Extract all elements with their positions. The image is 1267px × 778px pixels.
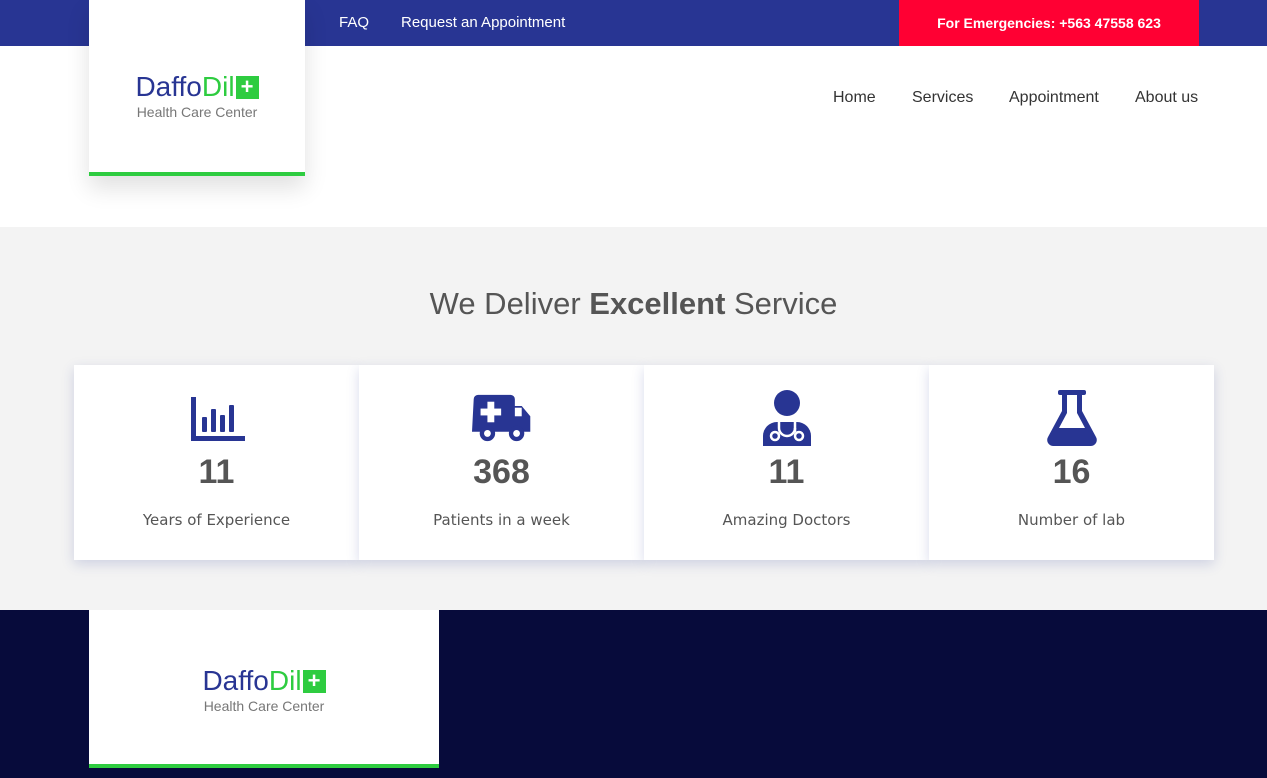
- stat-label: Years of Experience: [142, 511, 291, 529]
- plus-icon: +: [235, 75, 259, 99]
- brand-name-part2: Dil: [201, 71, 235, 102]
- brand-wordmark: Daffo Dil +: [202, 665, 326, 696]
- stat-card-experience: 11 Years of Experience: [74, 365, 359, 560]
- brand-tagline: Health Care Center: [136, 104, 258, 120]
- footer: Daffo Dil + Health Care Center: [0, 610, 1267, 778]
- section-title: We Deliver Excellent Service: [0, 286, 1267, 322]
- request-appointment-link[interactable]: Request an Appointment: [401, 14, 565, 31]
- title-post: Service: [725, 286, 838, 321]
- doctor-icon: [757, 389, 817, 447]
- stats-row: 11 Years of Experience 368 Patients in a…: [74, 365, 1214, 560]
- emergency-contact-banner[interactable]: For Emergencies: +563 47558 623: [899, 0, 1199, 46]
- brand-name-part2: Dil: [268, 665, 302, 696]
- brand-tagline: Health Care Center: [203, 698, 325, 714]
- nav-item-appointment[interactable]: Appointment: [1009, 89, 1099, 107]
- flask-icon: [1042, 389, 1102, 447]
- nav-item-home[interactable]: Home: [833, 89, 876, 107]
- stat-card-patients: 368 Patients in a week: [359, 365, 644, 560]
- faq-link[interactable]: FAQ: [339, 14, 369, 31]
- brand-name-part1: Daffo: [202, 665, 269, 696]
- title-bold: Excellent: [589, 286, 726, 321]
- stat-value: 11: [768, 453, 805, 491]
- bar-chart-icon: [187, 389, 247, 447]
- stat-label: Amazing Doctors: [722, 511, 851, 529]
- title-pre: We Deliver: [429, 286, 590, 321]
- stat-value: 368: [473, 453, 530, 491]
- stat-card-doctors: 11 Amazing Doctors: [644, 365, 929, 560]
- stat-label: Patients in a week: [433, 511, 570, 529]
- brand-wordmark: Daffo Dil +: [135, 71, 259, 102]
- stat-card-labs: 16 Number of lab: [929, 365, 1214, 560]
- nav-item-about-us[interactable]: About us: [1135, 89, 1198, 107]
- brand-name-part1: Daffo: [135, 71, 202, 102]
- ambulance-icon: [471, 389, 532, 447]
- brand-logo[interactable]: Daffo Dil + Health Care Center: [89, 73, 305, 120]
- footer-logo-card[interactable]: Daffo Dil + Health Care Center: [89, 610, 439, 768]
- footer-brand-logo[interactable]: Daffo Dil + Health Care Center: [89, 667, 439, 714]
- stat-label: Number of lab: [1017, 511, 1126, 529]
- stat-value: 16: [1052, 453, 1091, 491]
- services-section: We Deliver Excellent Service 11 Years of…: [0, 227, 1267, 610]
- nav-item-services[interactable]: Services: [912, 89, 973, 107]
- plus-icon: +: [302, 669, 326, 693]
- header-logo-card[interactable]: Daffo Dil + Health Care Center: [89, 0, 305, 176]
- stat-value: 11: [198, 453, 235, 491]
